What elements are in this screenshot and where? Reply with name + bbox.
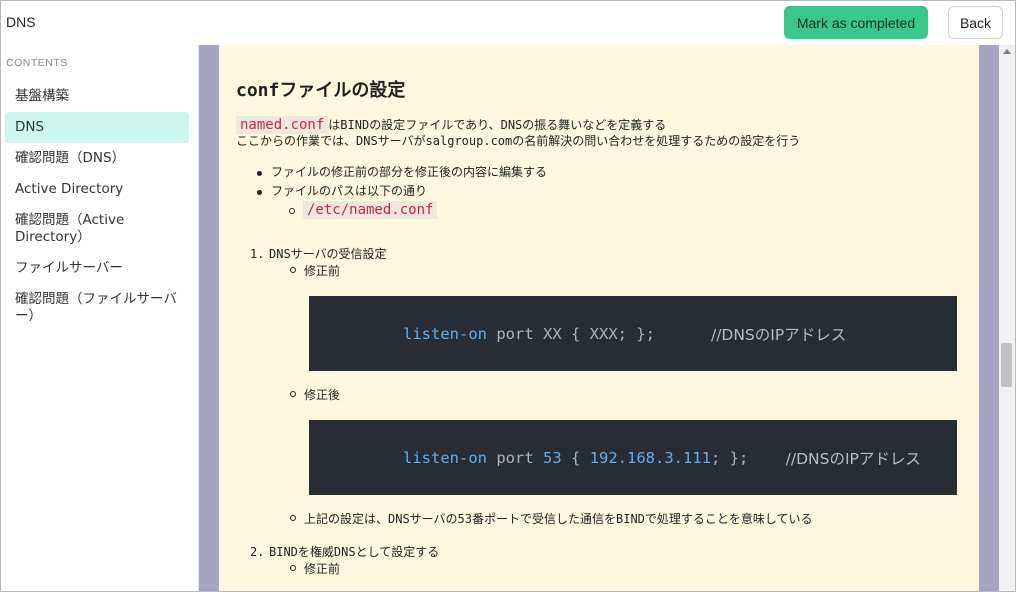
bullet-circle: [289, 208, 295, 214]
code-comment: //DNSのIPアドレス: [785, 449, 921, 468]
inline-code-named-conf: named.conf: [236, 116, 329, 134]
sidebar: CONTENTS 基盤構築 DNS 確認問題（DNS） Active Direc…: [1, 45, 199, 591]
after-label: 修正後: [304, 388, 341, 402]
bullet-list: ファイルの修正前の部分を修正後の内容に編集する ファイルのパスは以下の通り /e…: [257, 163, 951, 220]
intro-line-1: はBINDの設定ファイルであり、DNSの振る舞いなどを定義する: [328, 118, 667, 132]
bullet-circle: [290, 565, 296, 571]
back-button[interactable]: Back: [948, 6, 1003, 39]
sidebar-item-quiz-file-server[interactable]: 確認問題（ファイルサーバー）: [5, 284, 189, 332]
code-number: 53: [543, 448, 562, 467]
lesson-content: confファイルの設定 named.conf はBINDの設定ファイルであり、DN…: [219, 45, 979, 591]
before-label: 修正前: [304, 264, 341, 278]
sidebar-item-quiz-dns[interactable]: 確認問題（DNS）: [5, 143, 189, 174]
code-comment: //DNSのIPアドレス: [710, 325, 847, 344]
note-text: 上記の設定は、DNSサーバの53番ポートで受信した通信をBINDで処理することを…: [304, 512, 813, 526]
step-2-number: 2.: [250, 545, 265, 559]
list-item: ファイルの修正前の部分を修正後の内容に編集する: [257, 163, 951, 182]
step-1-number: 1.: [250, 247, 265, 261]
list-item: /etc/named.conf: [271, 201, 951, 220]
step-2-title: BINDを権威DNSとして設定する: [269, 545, 440, 559]
sidebar-item-quiz-active-directory[interactable]: 確認問題（Active Directory）: [5, 205, 189, 253]
mark-completed-button[interactable]: Mark as completed: [784, 6, 928, 39]
bullet-circle: [290, 515, 296, 521]
bullet-circle: [290, 391, 296, 397]
list-item: ファイルのパスは以下の通り: [257, 182, 951, 201]
content-scrollbar[interactable]: [999, 45, 1015, 591]
sidebar-item-file-server[interactable]: ファイルサーバー: [5, 253, 189, 284]
bullet-circle: [290, 267, 296, 273]
scroll-up-arrow-icon[interactable]: [1003, 49, 1011, 54]
scroll-thumb[interactable]: [1001, 343, 1012, 387]
code-keyword: listen-on: [403, 448, 487, 467]
step-1-title: DNSサーバの受信設定: [269, 247, 387, 261]
header-bar: DNS Mark as completed Back: [1, 1, 1015, 45]
code-block-after: listen-on port 53 { 192.168.3.111; }; //…: [309, 420, 957, 495]
sidebar-item-dns[interactable]: DNS: [5, 112, 189, 143]
section-heading: confファイルの設定: [236, 80, 406, 101]
step-2-before-label: 修正前: [304, 562, 341, 576]
bullet-dot: [257, 171, 262, 176]
sidebar-item-kiban[interactable]: 基盤構築: [5, 81, 189, 112]
sidebar-nav: 基盤構築 DNS 確認問題（DNS） Active Directory 確認問題…: [5, 81, 189, 332]
code-block-before: listen-on port XX { XXX; }; //DNSのIPアドレス: [309, 296, 957, 371]
sidebar-item-active-directory[interactable]: Active Directory: [5, 174, 189, 205]
bullet-dot: [257, 190, 262, 195]
code-keyword: listen-on: [403, 324, 487, 343]
contents-heading: CONTENTS: [6, 57, 68, 69]
code-text: port XX { XXX; };: [487, 324, 711, 343]
intro-line-2: ここからの作業では、DNSサーバがsalgroup.comの名前解決の問い合わせ…: [236, 134, 801, 148]
intro-text: named.conf はBINDの設定ファイルであり、DNSの振る舞いなどを定義す…: [236, 116, 966, 149]
page-title: DNS: [6, 14, 36, 30]
code-number: 192.168.3.111: [589, 448, 711, 467]
app-window: DNS Mark as completed Back CONTENTS 基盤構築…: [0, 0, 1016, 592]
inline-code-path: /etc/named.conf: [303, 201, 438, 219]
